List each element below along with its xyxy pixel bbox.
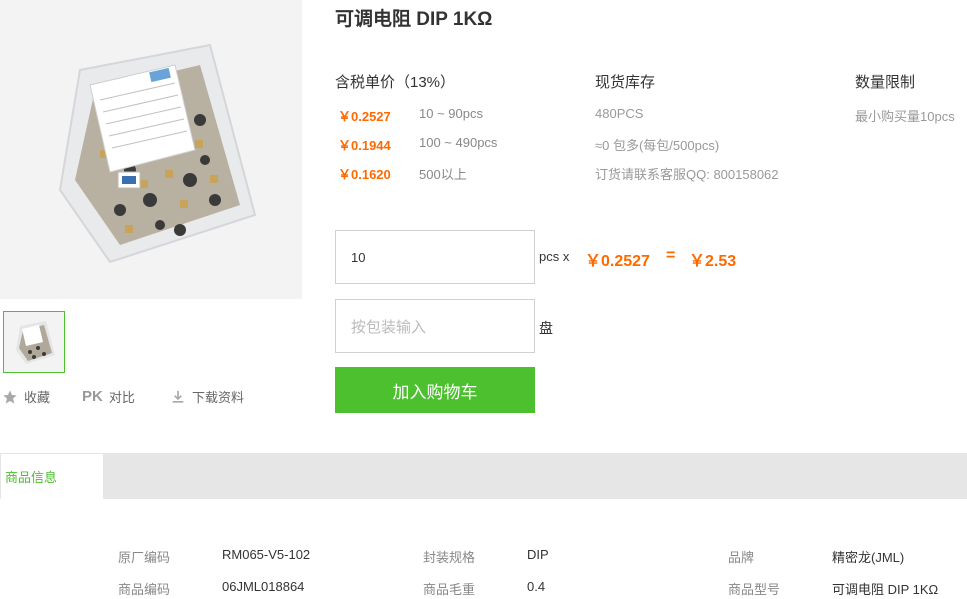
spec-value: 0.4 [527, 579, 546, 594]
product-photo [0, 0, 302, 299]
quantity-input[interactable]: 10 [335, 230, 535, 284]
spec-value: 06JML018864 [222, 579, 305, 594]
thumbnail-photo [4, 312, 64, 372]
product-thumbnail[interactable] [3, 311, 65, 373]
pk-icon: PK [82, 388, 103, 405]
spec-value: RM065-V5-102 [222, 547, 311, 562]
spec-value: 精密龙(JML) [832, 550, 905, 565]
tier-range: 10 ~ 90pcs [419, 106, 483, 121]
stock-contact: 订货请联系客服QQ: 800158062 [595, 167, 779, 182]
favorite-label: 收藏 [24, 390, 51, 405]
product-title: 可调电阻 DIP 1KΩ [335, 9, 493, 30]
unit-reel-label: 盘 [539, 320, 553, 336]
download-icon [170, 389, 186, 405]
spec-value: 可调电阻 DIP 1KΩ [832, 582, 939, 597]
tier-price: ￥0.2527 [338, 109, 391, 124]
tab-product-info[interactable]: 商品信息 [0, 453, 103, 499]
tier-price: ￥0.1944 [338, 138, 391, 153]
tier-price: ￥0.1620 [338, 167, 391, 182]
spec-label: 商品编码 [118, 582, 171, 597]
spec-value: DIP [527, 547, 549, 562]
download-label: 下载资料 [192, 390, 245, 405]
equals-sign: = [666, 247, 676, 264]
tab-bar [0, 453, 967, 499]
price-header: 含税单价（13%） [335, 74, 456, 91]
unit-price: ￥0.2527 [585, 253, 650, 270]
limit-header: 数量限制 [855, 74, 916, 91]
total-price: ￥2.53 [689, 253, 737, 270]
stock-packages: ≈0 包多(每包/500pcs) [595, 138, 720, 153]
star-icon [2, 389, 18, 405]
spec-label: 原厂编码 [118, 550, 171, 565]
tier-range: 100 ~ 490pcs [419, 135, 498, 150]
compare-button[interactable]: PK 对比 [82, 387, 135, 406]
download-datasheet-button[interactable]: 下载资料 [170, 387, 244, 406]
product-image [0, 0, 302, 299]
stock-quantity: 480PCS [595, 106, 644, 121]
compare-label: 对比 [108, 390, 135, 405]
purchase-limit: 最小购买量10pcs [855, 109, 955, 124]
package-input[interactable]: 按包装输入 [335, 299, 535, 353]
unit-pcs-label: pcs x [539, 249, 570, 264]
add-to-cart-button[interactable]: 加入购物车 [335, 367, 535, 413]
spec-label: 商品毛重 [423, 582, 476, 597]
spec-label: 商品型号 [728, 582, 781, 597]
tier-range: 500以上 [419, 167, 467, 182]
stock-header: 现货库存 [595, 74, 656, 91]
spec-label: 封装规格 [423, 550, 476, 565]
spec-label: 品牌 [728, 550, 755, 565]
favorite-button[interactable]: 收藏 [2, 387, 50, 406]
